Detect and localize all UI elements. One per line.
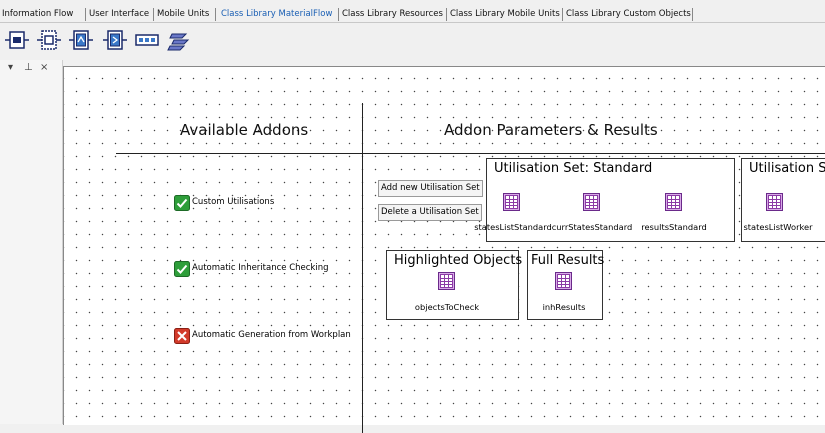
utilisation-set-standard-frame[interactable]: Utilisation Set: Standard statesListStan… <box>474 158 735 242</box>
addon-parameters-title: Addon Parameters & Results <box>444 121 658 139</box>
tab-class-library-materialflow[interactable]: Class Library MaterialFlow <box>221 9 332 19</box>
tab-separator <box>85 8 86 21</box>
frame-title: Utilisation Se <box>749 161 825 176</box>
dock-dropdown-icon[interactable]: ▾ <box>8 62 13 73</box>
frame-canvas[interactable]: Available Addons Addon Parameters & Resu… <box>63 66 825 433</box>
delete-utilisation-set-button[interactable]: Delete a Utilisation Set <box>378 204 482 221</box>
unchecked-icon[interactable] <box>174 328 190 344</box>
table-name-objectstocheck: objectsToCheck <box>414 302 480 312</box>
tab-class-library-resources[interactable]: Class Library Resources <box>342 9 443 19</box>
dock-header: ▾ ⊥ × <box>0 60 62 76</box>
table-icon[interactable] <box>665 193 682 211</box>
table-name-inhresults: inhResults <box>542 302 586 312</box>
add-utilisation-set-button[interactable]: Add new Utilisation Set <box>378 180 483 197</box>
utilisation-set-worker-frame[interactable]: Utilisation Se statesListWorker <box>741 158 825 242</box>
available-addons-title: Available Addons <box>180 121 309 139</box>
frame-title: Utilisation Set: Standard <box>494 161 653 176</box>
table-icon[interactable] <box>766 193 783 211</box>
full-results-frame[interactable]: Full Results inhResults <box>527 250 605 320</box>
tab-user-interface[interactable]: User Interface <box>89 9 149 19</box>
addon-label: Automatic Generation from Workplan <box>192 330 351 340</box>
table-icon[interactable] <box>503 193 520 211</box>
frame-title: Highlighted Objects <box>394 253 523 268</box>
table-icon[interactable] <box>555 272 572 290</box>
flow-icon[interactable] <box>166 28 192 52</box>
tab-separator <box>562 8 563 21</box>
connector-icon[interactable] <box>36 28 62 52</box>
parallelproc-icon[interactable] <box>102 28 128 52</box>
divider-horizontal <box>116 153 825 154</box>
tab-mobile-units[interactable]: Mobile Units <box>157 9 209 19</box>
table-name-stateslistworker: statesListWorker <box>743 222 813 232</box>
table-name-resultsstandard: resultsStandard <box>641 222 707 232</box>
table-name-statesliststandard: statesListStandard <box>474 222 552 232</box>
tab-bar: Information Flow User Interface Mobile U… <box>0 0 825 23</box>
addon-label: Automatic Inheritance Checking <box>192 263 329 273</box>
addon-label: Custom Utilisations <box>192 197 275 207</box>
tab-separator <box>215 8 216 21</box>
frame-title: Full Results <box>531 253 605 268</box>
checked-icon[interactable] <box>174 261 190 277</box>
source-icon[interactable] <box>4 28 30 52</box>
checked-icon[interactable] <box>174 195 190 211</box>
highlighted-objects-frame[interactable]: Highlighted Objects objectsToCheck <box>386 250 523 320</box>
tab-class-library-custom-objects[interactable]: Class Library Custom Objects <box>566 9 691 19</box>
table-name-currstatesstandard: currStatesStandard <box>551 222 633 232</box>
line-icon[interactable] <box>134 28 160 52</box>
tab-information-flow[interactable]: Information Flow <box>2 9 73 19</box>
tab-class-library-mobile-units[interactable]: Class Library Mobile Units <box>450 9 560 19</box>
pin-icon[interactable]: ⊥ <box>24 62 33 73</box>
toolbar <box>0 23 825 57</box>
dock-panel: ▾ ⊥ × <box>0 60 63 424</box>
table-icon[interactable] <box>438 272 455 290</box>
tab-separator <box>446 8 447 21</box>
tab-separator <box>692 8 693 21</box>
singleproc-icon[interactable] <box>68 28 94 52</box>
close-icon[interactable]: × <box>40 62 48 73</box>
tab-separator <box>153 8 154 21</box>
divider-vertical <box>362 103 363 433</box>
tab-separator <box>338 8 339 21</box>
table-icon[interactable] <box>583 193 600 211</box>
